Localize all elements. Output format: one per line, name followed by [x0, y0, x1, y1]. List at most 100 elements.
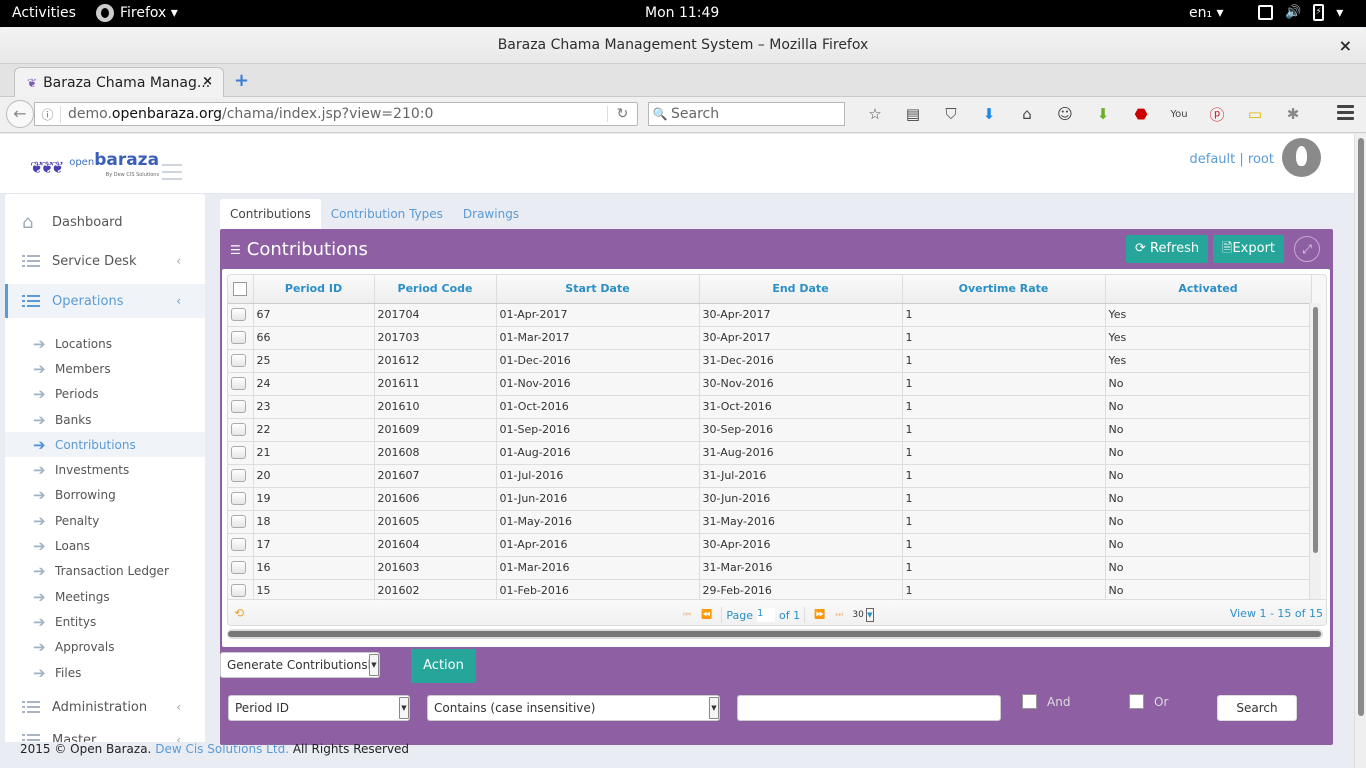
sidebar-item-investments[interactable]: ➔ Investments	[5, 457, 205, 482]
column-header-period-id[interactable]: Period ID	[253, 275, 375, 304]
tab-contribution-types[interactable]: Contribution Types	[321, 199, 453, 229]
bookmark-star-icon[interactable]: ☆	[856, 105, 894, 123]
url-text[interactable]: demo.openbaraza.org/chama/index.jsp?view…	[68, 106, 607, 122]
row-checkbox[interactable]	[231, 584, 246, 598]
row-checkbox[interactable]	[231, 423, 246, 437]
column-header-end-date[interactable]: End Date	[699, 275, 903, 304]
refresh-button[interactable]: ⟳ Refresh	[1126, 235, 1209, 263]
row-checkbox[interactable]	[231, 400, 246, 414]
prev-page-icon[interactable]: ⏪	[701, 610, 712, 620]
sidebar-item-loans[interactable]: ➔ Loans	[5, 533, 205, 558]
reading-list-icon[interactable]: ▤	[894, 105, 932, 123]
sidebar-item-periods[interactable]: ➔ Periods	[5, 382, 205, 407]
rows-per-page-select[interactable]: 30	[852, 610, 863, 620]
column-header-period-code[interactable]: Period Code	[374, 275, 497, 304]
sidebar-item-members[interactable]: ➔ Members	[5, 356, 205, 381]
table-row[interactable]: 21 201608 01-Aug-2016 31-Aug-2016 1 No	[228, 441, 1312, 465]
row-checkbox[interactable]	[231, 446, 246, 460]
tab-drawings[interactable]: Drawings	[453, 199, 529, 229]
user-link[interactable]: root	[1248, 152, 1274, 167]
clock[interactable]: Mon 11:49	[645, 5, 719, 21]
sidebar-item-penalty[interactable]: ➔ Penalty	[5, 508, 205, 533]
sidebar-item-contributions[interactable]: ➔ Contributions	[5, 432, 205, 458]
sidebar-item-banks[interactable]: ➔ Banks	[5, 407, 205, 432]
ruler-icon[interactable]: ▭	[1236, 105, 1274, 123]
select-all-checkbox[interactable]	[233, 281, 248, 296]
export-button[interactable]: 🗎Export	[1213, 235, 1285, 263]
filter-field-select[interactable]: Period ID ▼	[228, 695, 410, 721]
adblock-icon[interactable]: ⬣	[1122, 105, 1160, 123]
or-checkbox[interactable]: Or	[1129, 694, 1168, 709]
browser-menu-icon[interactable]	[1337, 105, 1354, 123]
keyboard-layout-indicator[interactable]: en₁ ▾	[1189, 5, 1224, 21]
next-page-icon[interactable]: ⏩	[814, 610, 825, 620]
sidebar-item-entitys[interactable]: ➔ Entitys	[5, 609, 205, 634]
activities-button[interactable]: Activities	[12, 5, 76, 21]
action-button[interactable]: Action	[411, 649, 476, 683]
table-row[interactable]: 16 201603 01-Mar-2016 31-Mar-2016 1 No	[228, 556, 1312, 580]
table-row[interactable]: 67 201704 01-Apr-2017 30-Apr-2017 1 Yes	[228, 303, 1312, 327]
row-checkbox[interactable]	[231, 377, 246, 391]
grid-reload-icon[interactable]: ⟲	[234, 606, 244, 620]
action-select[interactable]: Generate Contributionsl ▼	[220, 652, 380, 678]
table-row[interactable]: 24 201611 01-Nov-2016 30-Nov-2016 1 No	[228, 372, 1312, 396]
sidebar-item-service-desk[interactable]: Service Desk ‹	[5, 250, 205, 272]
download-helper-icon[interactable]: ⬇	[1084, 105, 1122, 123]
row-checkbox[interactable]	[231, 561, 246, 575]
firefox-app-menu[interactable]: Firefox ▾	[96, 4, 178, 22]
sidebar-item-locations[interactable]: ➔ Locations	[5, 331, 205, 356]
table-row[interactable]: 22 201609 01-Sep-2016 30-Sep-2016 1 No	[228, 418, 1312, 442]
table-row[interactable]: 18 201605 01-May-2016 31-May-2016 1 No	[228, 510, 1312, 534]
row-checkbox[interactable]	[231, 354, 246, 368]
sidebar-item-borrowing[interactable]: ➔ Borrowing	[5, 483, 205, 508]
column-header-start-date[interactable]: Start Date	[496, 275, 700, 304]
first-page-icon[interactable]: ⏮	[683, 610, 691, 620]
back-button[interactable]: ←	[6, 100, 34, 128]
sidebar-item-files[interactable]: ➔ Files	[5, 660, 205, 685]
reload-icon[interactable]: ↻	[607, 106, 637, 122]
sidebar-item-transaction-ledger[interactable]: ➔ Transaction Ledger	[5, 559, 205, 584]
search-button[interactable]: Search	[1217, 695, 1297, 721]
sidebar-item-meetings[interactable]: ➔ Meetings	[5, 584, 205, 609]
row-checkbox[interactable]	[231, 515, 246, 529]
and-checkbox[interactable]: And	[1022, 694, 1070, 709]
page-vertical-scrollbar[interactable]	[1354, 134, 1366, 768]
tab-contributions[interactable]: Contributions	[220, 199, 321, 229]
expand-icon[interactable]: ⤢	[1294, 236, 1320, 262]
row-checkbox[interactable]	[231, 308, 246, 322]
filter-value-input[interactable]	[737, 695, 1001, 721]
org-link[interactable]: default	[1190, 152, 1236, 167]
dropdown-arrow-icon[interactable]: ▼	[865, 608, 874, 622]
row-checkbox[interactable]	[231, 538, 246, 552]
pinterest-icon[interactable]: ⓟ	[1198, 104, 1236, 125]
pocket-icon[interactable]: ⛉	[932, 105, 970, 123]
last-page-icon[interactable]: ⏭	[835, 610, 843, 620]
table-row[interactable]: 19 201606 01-Jun-2016 30-Jun-2016 1 No	[228, 487, 1312, 511]
sidebar-item-operations[interactable]: Operations ‹	[5, 284, 205, 318]
table-row[interactable]: 17 201604 01-Apr-2016 30-Apr-2016 1 No	[228, 533, 1312, 557]
sidebar-item-administration[interactable]: Administration ‹	[5, 685, 205, 729]
column-header-activated[interactable]: Activated	[1105, 275, 1312, 304]
youtube-icon[interactable]: You	[1160, 109, 1198, 120]
footer-company-link[interactable]: Dew Cis Solutions Ltd.	[155, 742, 289, 756]
system-tray[interactable]: 🔊 ⚡ ▾	[1258, 4, 1343, 21]
chat-icon[interactable]: ☺	[1046, 105, 1084, 123]
downloads-icon[interactable]: ⬇	[970, 105, 1008, 123]
browser-search-input[interactable]: 🔍 Search	[648, 102, 845, 126]
page-number-input[interactable]: 1	[756, 608, 775, 622]
openbaraza-logo[interactable]: ❦❦❦ openbaraza By Dew CIS Solutions	[30, 152, 159, 181]
row-checkbox[interactable]	[231, 331, 246, 345]
row-checkbox[interactable]	[231, 492, 246, 506]
sidebar-item-dashboard[interactable]: ⌂ Dashboard	[5, 194, 205, 250]
or-checkbox-box[interactable]	[1129, 694, 1144, 709]
url-bar[interactable]: ⓘ demo.openbaraza.org/chama/index.jsp?vi…	[34, 102, 638, 126]
tab-close-button[interactable]: ×	[202, 74, 213, 89]
row-checkbox[interactable]	[231, 469, 246, 483]
site-info-icon[interactable]: ⓘ	[35, 105, 61, 123]
grid-vertical-scrollbar[interactable]	[1309, 303, 1321, 599]
table-row[interactable]: 23 201610 01-Oct-2016 31-Oct-2016 1 No	[228, 395, 1312, 419]
sidebar-item-master[interactable]: Master ‹	[5, 729, 205, 742]
browser-tab[interactable]: ❦ Baraza Chama Manag... ×	[14, 67, 224, 98]
grid-horizontal-scrollbar[interactable]	[227, 629, 1323, 639]
window-close-button[interactable]: ×	[1339, 27, 1352, 64]
